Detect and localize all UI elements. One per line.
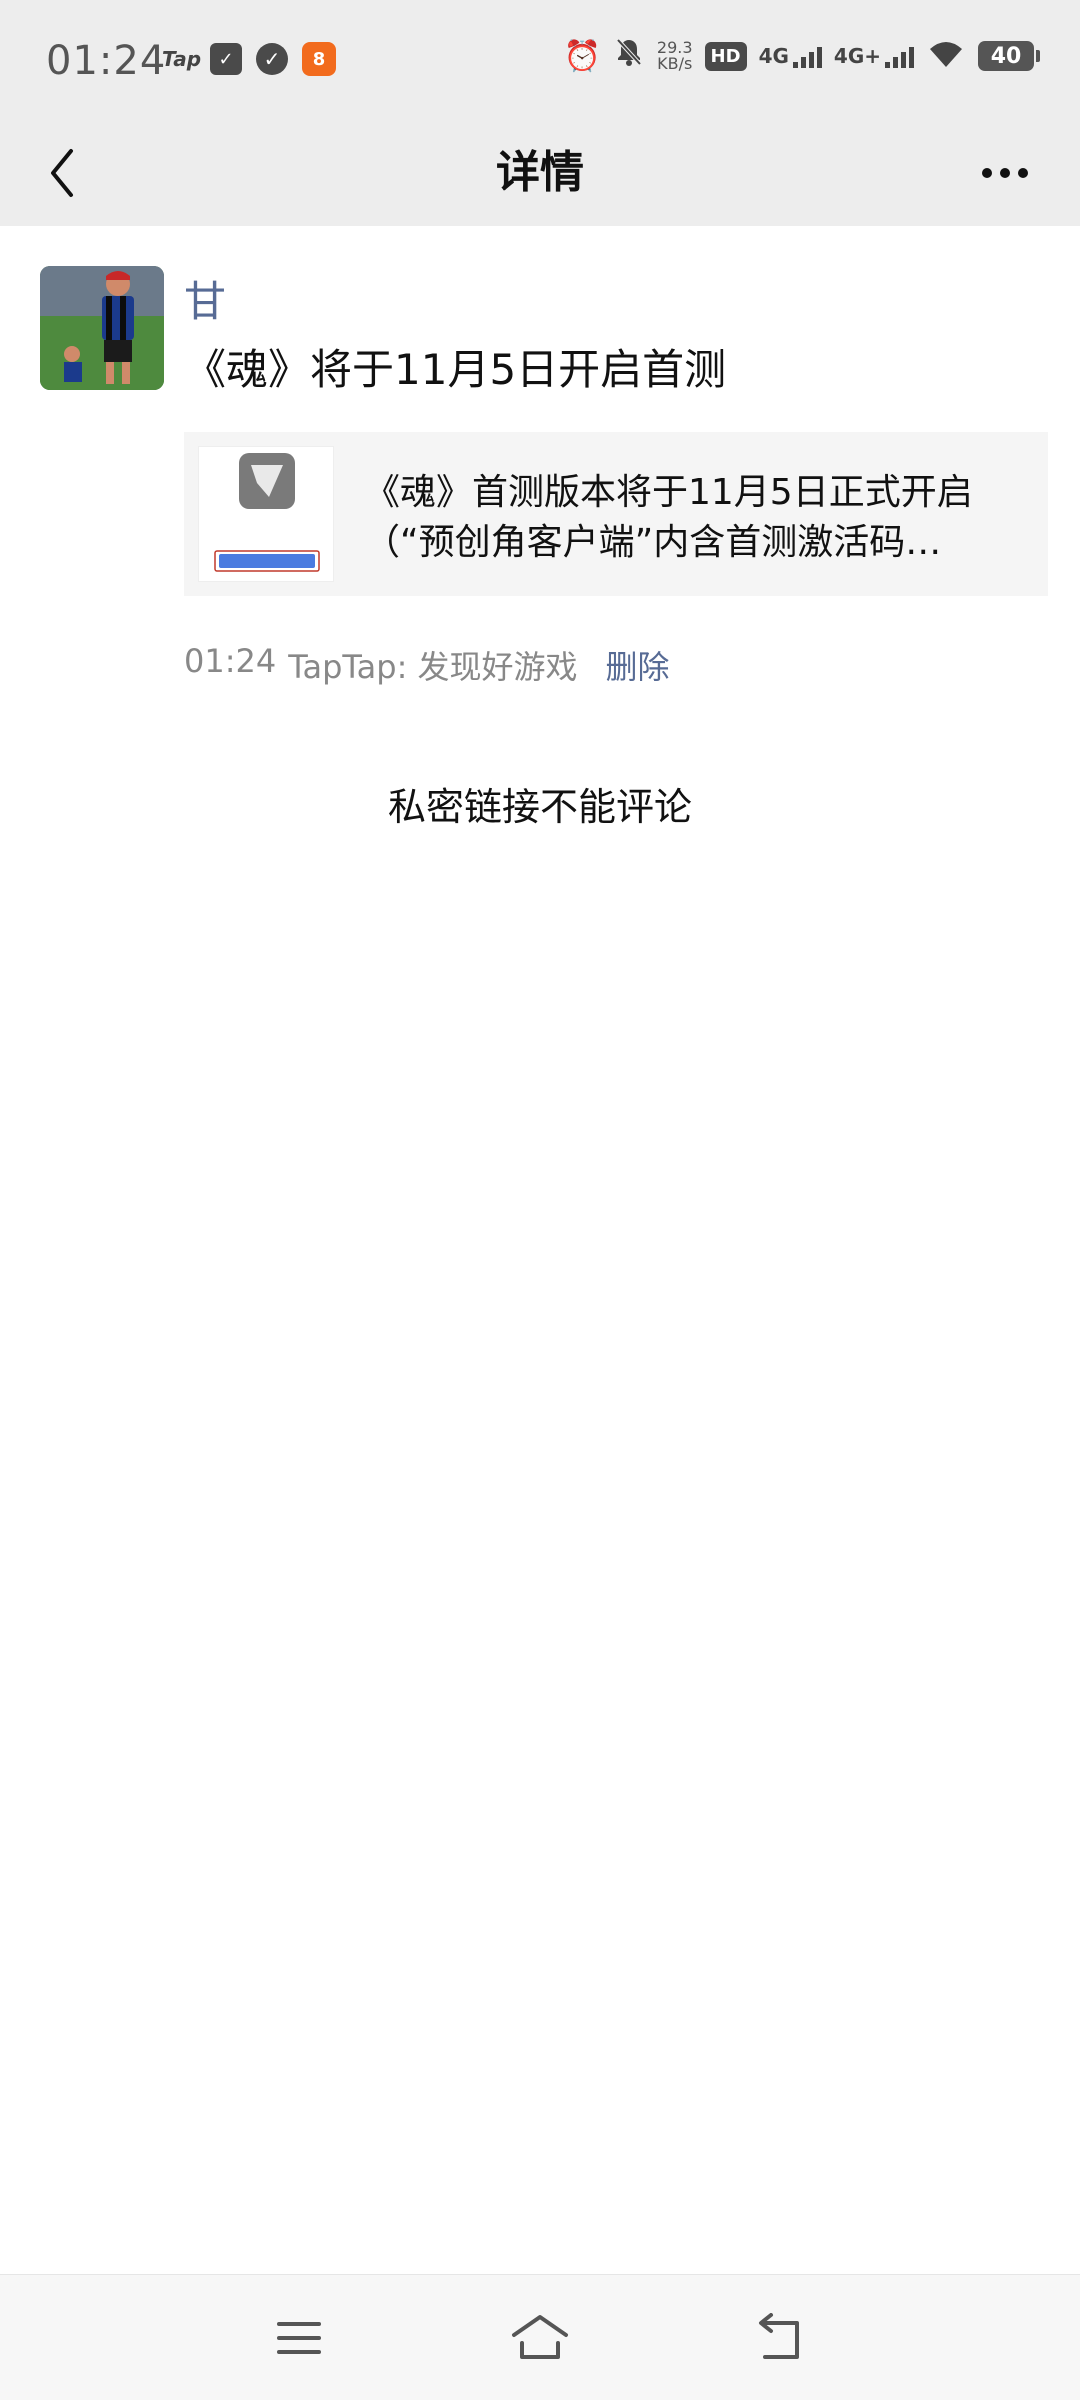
more-dots-icon xyxy=(1018,168,1028,178)
status-left-icons: Tap ✓ ✓ 8 xyxy=(162,42,336,76)
alarm-icon: ⏰ xyxy=(563,38,601,74)
system-back-button[interactable] xyxy=(740,2301,820,2375)
avatar[interactable] xyxy=(40,266,164,390)
signal-2: 4G+ xyxy=(834,44,914,68)
link-line-1: 《魂》首测版本将于11月5日正式开启 xyxy=(364,472,973,513)
battery-icon: 40 xyxy=(978,41,1040,71)
check-circle-icon: ✓ xyxy=(256,43,288,75)
link-thumbnail xyxy=(198,446,334,582)
return-icon xyxy=(759,2313,799,2359)
battery-level: 40 xyxy=(990,43,1022,69)
status-right-icons: ⏰ 29.3 KB/s HD 4G 4G+ 40 xyxy=(563,36,1040,76)
calendar-check-icon: ✓ xyxy=(210,43,242,75)
system-nav-bar xyxy=(0,2274,1080,2400)
post-text: 《魂》将于11月5日开启首测 xyxy=(184,345,727,394)
link-description: 《魂》首测版本将于11月5日正式开启 （“预创角客户端”内含首测激活码… xyxy=(364,468,1018,568)
top-nav-bar: 详情 xyxy=(0,120,1080,226)
status-bar: 01:24 Tap ✓ ✓ 8 ⏰ 29.3 KB/s HD 4G 4G+ 40 xyxy=(0,0,1080,120)
more-button[interactable] xyxy=(970,140,1040,206)
page-title: 详情 xyxy=(496,147,584,198)
link-line-2: （“预创角客户端”内含首测激活码… xyxy=(364,522,942,563)
network-speed: 29.3 KB/s xyxy=(657,40,693,72)
post-time: 01:24 xyxy=(184,642,277,680)
network-type-1: 4G xyxy=(758,44,789,68)
menu-button[interactable] xyxy=(259,2301,339,2375)
tap-app-icon: Tap xyxy=(162,47,202,71)
home-button[interactable] xyxy=(500,2301,580,2375)
hd-badge: HD xyxy=(704,41,747,71)
delete-button[interactable]: 删除 xyxy=(606,642,670,688)
signal-bars-icon xyxy=(792,46,822,68)
post-username[interactable]: 甘 xyxy=(184,268,226,329)
comment-disabled-notice: 私密链接不能评论 xyxy=(387,785,692,829)
more-dots-icon xyxy=(982,168,992,178)
signal-bars-icon xyxy=(885,46,914,68)
post-meta: 01:24 TapTap: 发现好游戏 删除 xyxy=(184,642,670,688)
mute-bell-icon xyxy=(613,36,645,76)
signal-1: 4G xyxy=(759,44,822,68)
speed-unit: KB/s xyxy=(657,54,693,73)
orange-app-icon: 8 xyxy=(302,42,336,76)
wifi-icon xyxy=(926,39,966,73)
home-icon xyxy=(512,2315,568,2359)
shared-link-card[interactable]: 《魂》首测版本将于11月5日正式开启 （“预创角客户端”内含首测激活码… xyxy=(184,432,1048,596)
post-source[interactable]: TapTap: 发现好游戏 xyxy=(288,642,577,688)
more-dots-icon xyxy=(1000,168,1010,178)
menu-icon xyxy=(277,2322,321,2354)
status-time: 01:24 xyxy=(46,38,167,84)
network-type-2: 4G+ xyxy=(833,44,881,68)
